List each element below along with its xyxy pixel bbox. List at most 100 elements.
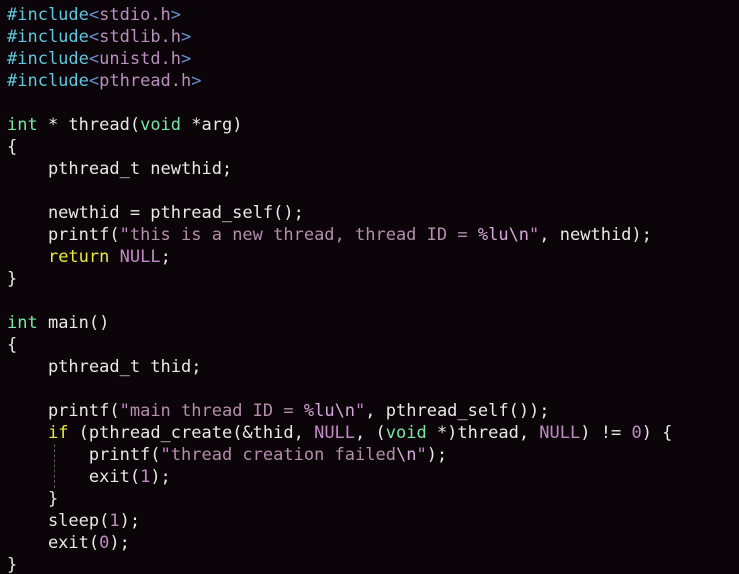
code-token: < <box>88 71 100 91</box>
code-token: 0 <box>631 423 642 443</box>
code-token: < <box>88 5 100 25</box>
code-token: this is a new thread, thread ID = <box>129 225 478 245</box>
code-token: NULL <box>119 247 161 267</box>
code-token: { <box>7 137 18 157</box>
code-token: \n <box>395 445 417 465</box>
code-token: stdlib.h <box>99 27 182 47</box>
code-token: " <box>355 401 366 421</box>
code-line[interactable]: { <box>7 334 672 356</box>
code-line[interactable]: } <box>7 554 672 574</box>
code-token: return <box>47 247 110 267</box>
code-line[interactable] <box>7 180 672 202</box>
code-token: sleep( <box>7 511 110 531</box>
code-line[interactable]: printf("this is a new thread, thread ID … <box>7 224 672 246</box>
code-line[interactable]: { <box>7 136 672 158</box>
code-token: NULL <box>314 423 356 443</box>
code-token: exit( <box>7 533 100 553</box>
code-token: \n <box>508 225 530 245</box>
code-token: void <box>140 115 182 135</box>
code-token: *arg) <box>181 115 243 135</box>
code-line[interactable]: if (pthread_create(&thid, NULL, (void *)… <box>7 422 672 444</box>
code-token: void <box>385 423 427 443</box>
code-line[interactable]: } <box>7 268 672 290</box>
code-line[interactable] <box>7 92 672 114</box>
code-token: #include <box>7 49 89 69</box>
code-token: ); <box>109 533 130 553</box>
code-token: *)thread, <box>426 423 540 443</box>
code-line[interactable]: return NULL; <box>7 246 672 268</box>
code-line[interactable]: pthread_t thid; <box>7 356 672 378</box>
code-token: #include <box>7 27 89 47</box>
code-token: 1 <box>109 511 120 531</box>
code-line[interactable]: sleep(1); <box>7 510 672 532</box>
code-token: ; <box>160 247 171 267</box>
code-line[interactable] <box>7 378 672 400</box>
code-line[interactable]: #include<stdlib.h> <box>7 26 672 48</box>
code-token: #include <box>7 5 89 25</box>
code-token: > <box>181 27 192 47</box>
code-token: unistd.h <box>99 49 182 69</box>
code-line[interactable]: #include<unistd.h> <box>7 48 672 70</box>
code-line[interactable]: int * thread(void *arg) <box>7 114 672 136</box>
code-token: pthread_t newthid; <box>7 159 233 179</box>
code-token: %lu <box>477 225 509 245</box>
code-line[interactable]: exit(1); <box>7 466 672 488</box>
code-line[interactable]: exit(0); <box>7 532 672 554</box>
code-token: \n <box>334 401 356 421</box>
source-code-text[interactable]: #include<stdio.h> #include<stdlib.h> #incl… <box>7 4 672 574</box>
code-token: , newthid); <box>539 225 652 245</box>
code-token: 0 <box>99 533 110 553</box>
code-token: #include <box>7 71 89 91</box>
code-token: " <box>119 401 130 421</box>
code-token: printf( <box>7 225 120 245</box>
code-token: } <box>7 269 18 289</box>
code-token: ); <box>119 511 141 531</box>
code-token: > <box>191 71 202 91</box>
code-token: < <box>88 49 100 69</box>
code-token: int <box>7 115 38 135</box>
code-token: } <box>7 489 59 509</box>
code-token: if <box>47 423 69 443</box>
code-token: " <box>160 445 171 465</box>
code-token: printf( <box>7 445 161 465</box>
code-token: newthid = pthread_self(); <box>7 203 304 223</box>
code-token: " <box>529 225 540 245</box>
code-token: NULL <box>539 423 581 443</box>
code-token: < <box>88 27 100 47</box>
code-token: , ( <box>355 423 386 443</box>
code-token: pthread_t thid; <box>7 357 202 377</box>
code-line[interactable]: printf("thread creation failed\n"); <box>7 444 672 466</box>
code-line[interactable]: int main() <box>7 312 672 334</box>
code-token: { <box>7 335 18 355</box>
code-line[interactable]: } <box>7 488 672 510</box>
code-editor-viewport[interactable]: #include<stdio.h> #include<stdlib.h> #incl… <box>0 0 739 574</box>
code-token: int <box>7 313 38 333</box>
code-token: main() <box>37 313 110 333</box>
code-token: ); <box>150 467 171 487</box>
code-line[interactable] <box>7 290 672 312</box>
code-token: ) { <box>641 423 673 443</box>
code-token: stdio.h <box>99 5 171 25</box>
code-line[interactable]: #include<pthread.h> <box>7 70 672 92</box>
code-token: (pthread_create(&thid, <box>68 423 315 443</box>
code-token: %lu <box>303 401 335 421</box>
code-token: 1 <box>140 467 151 487</box>
code-token: > <box>181 49 192 69</box>
code-token: exit( <box>7 467 141 487</box>
code-token: > <box>170 5 182 25</box>
code-token: thread creation failed <box>170 445 396 465</box>
code-token: printf( <box>7 401 120 421</box>
code-token: } <box>7 555 18 574</box>
code-line[interactable]: pthread_t newthid; <box>7 158 672 180</box>
code-token: " <box>119 225 130 245</box>
code-token: ) != <box>580 423 632 443</box>
code-line[interactable]: newthid = pthread_self(); <box>7 202 672 224</box>
code-token: * thread( <box>37 115 141 135</box>
code-token: main thread ID = <box>129 401 304 421</box>
code-token: ); <box>426 445 448 465</box>
code-line[interactable]: #include<stdio.h> <box>7 4 672 26</box>
code-token: pthread.h <box>99 71 192 91</box>
code-line[interactable]: printf("main thread ID = %lu\n", pthread… <box>7 400 672 422</box>
